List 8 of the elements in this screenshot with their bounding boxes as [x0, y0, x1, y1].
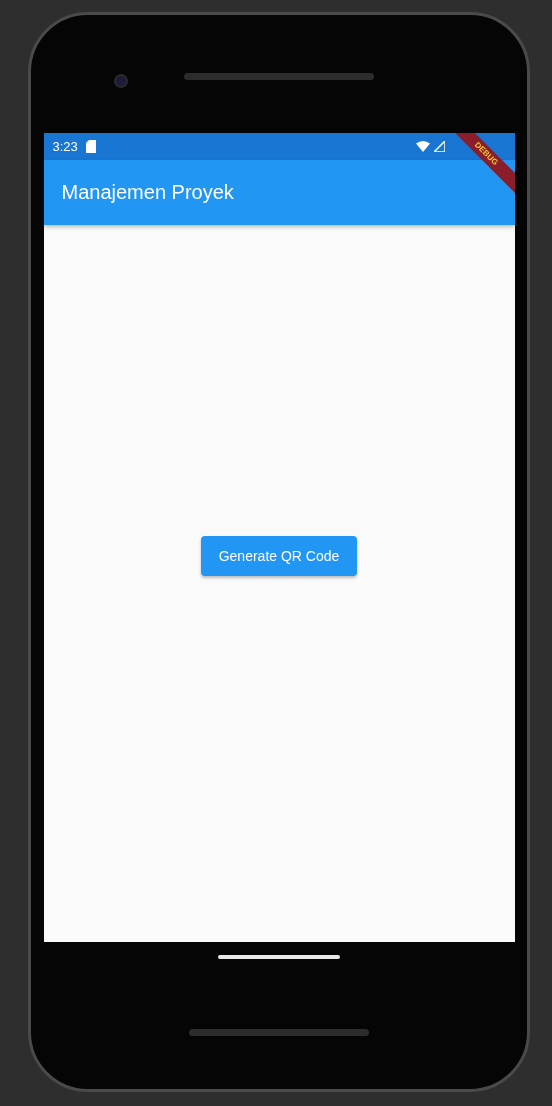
status-time: 3:23: [52, 139, 78, 154]
wifi-icon: [415, 141, 430, 152]
app-title: Manajemen Proyek: [61, 181, 234, 204]
sd-card-icon: [85, 140, 96, 153]
signal-icon: [433, 141, 445, 152]
generate-button[interactable]: Generate QR Code: [200, 535, 358, 576]
camera-icon: [114, 74, 128, 88]
home-indicator[interactable]: [218, 955, 340, 959]
